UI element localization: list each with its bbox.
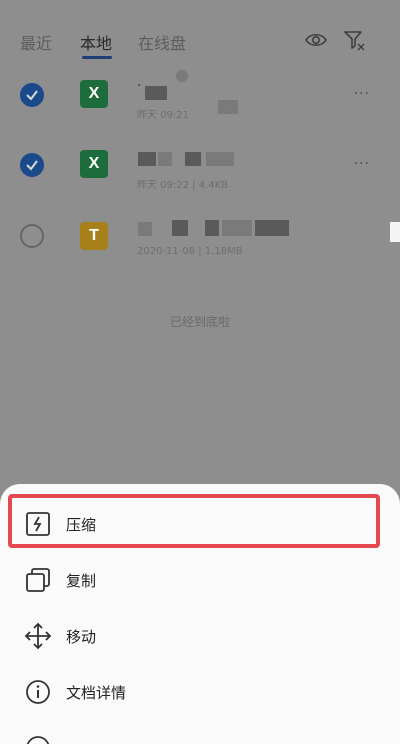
- redacted-name: [145, 86, 167, 100]
- menu-label: 复制: [66, 572, 97, 590]
- redacted-name: [205, 220, 219, 236]
- tab-local[interactable]: 本地: [80, 30, 112, 54]
- redacted-name: [185, 152, 201, 166]
- file-row[interactable]: X · 昨天 09:21 ···: [0, 60, 400, 130]
- checkmark-icon: [26, 90, 38, 101]
- redacted-name: [158, 152, 172, 166]
- file-row[interactable]: T 2020-11-08 | 1.18MB: [0, 200, 400, 270]
- end-of-list-note: 已经到底啦: [169, 315, 230, 329]
- redacted-meta: [218, 100, 238, 114]
- file-manager-screen: 最近 本地 在线盘 X · 昨天 09:21 ··· X 昨天 09:22 | …: [0, 0, 400, 744]
- menu-label: 文档详情: [66, 684, 127, 702]
- redacted-name: [206, 152, 234, 166]
- highlight-box: [8, 494, 380, 548]
- redacted-name: [222, 220, 252, 236]
- checkbox-unchecked[interactable]: [20, 224, 44, 248]
- copy-icon: [26, 568, 50, 592]
- menu-item-details[interactable]: 文档详情: [0, 666, 400, 716]
- more-options-icon[interactable]: ···: [354, 86, 370, 102]
- tab-bar: 最近 本地 在线盘: [0, 0, 400, 62]
- more-options-icon[interactable]: ···: [354, 156, 370, 172]
- menu-item-copy[interactable]: 复制: [0, 554, 400, 604]
- file-name: ·: [137, 78, 142, 94]
- edge-marker: [390, 222, 400, 242]
- menu-item-partial[interactable]: [0, 722, 400, 744]
- redacted-mark: [176, 70, 188, 82]
- info-icon: [26, 680, 50, 704]
- active-tab-indicator: [82, 56, 112, 59]
- redacted-name: [255, 220, 289, 236]
- tab-recent[interactable]: 最近: [20, 30, 52, 54]
- checkbox-checked[interactable]: [20, 83, 44, 107]
- excel-file-icon: X: [80, 80, 108, 108]
- file-row[interactable]: X 昨天 09:22 | 4.4KB ···: [0, 130, 400, 200]
- redacted-name: [138, 222, 152, 236]
- move-icon: [24, 622, 52, 650]
- circle-icon: [26, 736, 50, 744]
- redacted-name: [172, 220, 188, 236]
- checkbox-checked[interactable]: [20, 153, 44, 177]
- excel-file-icon: X: [80, 150, 108, 178]
- menu-label: 移动: [66, 628, 97, 646]
- menu-item-move[interactable]: 移动: [0, 610, 400, 660]
- eye-icon[interactable]: [304, 28, 328, 52]
- redacted-name: [138, 152, 156, 166]
- file-meta: 昨天 09:22 | 4.4KB: [137, 180, 229, 191]
- filter-icon[interactable]: [342, 28, 366, 52]
- file-meta: 2020-11-08 | 1.18MB: [137, 246, 243, 257]
- presentation-file-icon: T: [80, 222, 108, 250]
- tab-online[interactable]: 在线盘: [138, 30, 186, 54]
- checkmark-icon: [26, 160, 38, 171]
- file-meta: 昨天 09:21: [137, 110, 189, 121]
